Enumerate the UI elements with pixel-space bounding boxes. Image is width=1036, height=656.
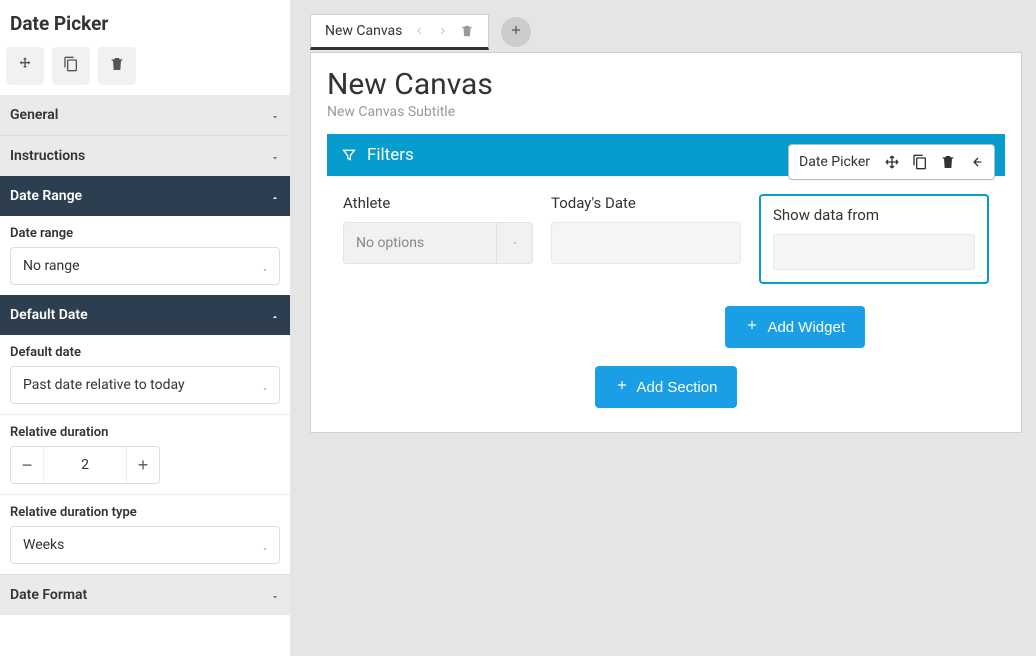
date-range-label: Date range [10,226,280,241]
move-icon[interactable] [884,154,900,170]
chevron-down-icon [261,541,269,549]
add-widget-row: Add Widget [327,306,1005,348]
chevron-down-icon [270,110,280,120]
chevron-down-icon [261,381,269,389]
filter-icon [341,147,357,163]
arrow-right-icon[interactable] [436,24,450,38]
tab-new-canvas[interactable]: New Canvas [310,14,489,50]
filters-body: Athlete No options Today's Date Show dat… [327,176,1005,300]
date-picker-popup: Date Picker [788,144,995,180]
copy-icon[interactable] [912,154,928,170]
main: New Canvas New Canvas New Canvas Subtitl… [290,0,1036,656]
chevron-down-icon [270,151,280,161]
copy-icon [63,56,79,76]
today-label: Today's Date [551,194,741,212]
athlete-select[interactable]: No options [343,222,533,264]
sidebar: Date Picker General [0,0,290,656]
accordion-label: General [10,107,58,123]
accordion-label: Default Date [10,307,88,323]
tab-label: New Canvas [325,23,402,39]
show-data-input[interactable] [773,234,975,270]
filters-title: Filters [367,145,414,165]
add-tab-button[interactable] [501,17,531,47]
plus-icon [745,318,759,336]
add-section-row: Add Section [327,366,1005,408]
default-date-label: Default date [10,345,280,360]
relative-duration-body: Relative duration − 2 + [0,414,290,494]
plus-icon [615,378,629,396]
relative-duration-stepper: − 2 + [10,446,160,484]
chevron-up-icon [270,310,280,320]
popup-label: Date Picker [799,154,870,170]
button-label: Add Section [637,379,718,396]
accordion-label: Date Range [10,188,82,204]
chevron-up-icon [270,191,280,201]
move-icon [17,56,33,76]
select-value: Weeks [23,537,64,553]
tabbar: New Canvas [310,0,1022,52]
accordion-default-date[interactable]: Default Date [0,295,290,335]
filters-header: Filters Date Picker [327,134,1005,176]
select-value: Past date relative to today [23,377,185,393]
stepper-decrement[interactable]: − [11,447,43,483]
arrow-left-icon[interactable] [968,154,984,170]
sidebar-toolbar [0,41,290,95]
canvas-subtitle: New Canvas Subtitle [327,104,1005,120]
show-data-label: Show data from [773,206,975,224]
button-label: Add Widget [767,319,845,336]
athlete-label: Athlete [343,194,533,212]
add-section-button[interactable]: Add Section [595,366,738,408]
move-button[interactable] [6,47,44,85]
delete-button[interactable] [98,47,136,85]
default-date-select[interactable]: Past date relative to today [10,366,280,404]
relative-duration-label: Relative duration [10,425,280,440]
copy-button[interactable] [52,47,90,85]
relative-duration-type-body: Relative duration type Weeks [0,494,290,574]
trash-icon[interactable] [940,154,956,170]
add-widget-button[interactable]: Add Widget [725,306,865,348]
chevron-down-icon [496,223,532,263]
accordion-date-format[interactable]: Date Format [0,574,290,615]
chevron-down-icon [270,590,280,600]
stepper-increment[interactable]: + [127,447,159,483]
chevron-down-icon [261,262,269,270]
filter-col-today: Today's Date [551,194,741,284]
trash-icon [109,56,125,76]
date-range-body: Date range No range [0,216,290,295]
accordion-label: Date Format [10,587,87,603]
relative-duration-type-label: Relative duration type [10,505,280,520]
sidebar-title: Date Picker [10,12,280,35]
trash-icon[interactable] [460,24,474,38]
canvas-title: New Canvas [327,67,1005,102]
app: Date Picker General [0,0,1036,656]
stepper-value[interactable]: 2 [43,447,127,483]
relative-duration-type-select[interactable]: Weeks [10,526,280,564]
arrow-left-icon[interactable] [412,24,426,38]
filter-col-athlete: Athlete No options [343,194,533,284]
date-picker-widget[interactable]: Show data from [759,194,989,284]
athlete-placeholder: No options [356,235,424,251]
accordion-label: Instructions [10,148,85,164]
select-value: No range [23,258,80,274]
accordion-general[interactable]: General [0,95,290,135]
canvas: New Canvas New Canvas Subtitle Filters D… [310,52,1022,433]
filter-col-show-data: Show data from [759,194,989,284]
default-date-body: Default date Past date relative to today [0,335,290,414]
filters-section: Filters Date Picker Athlete No options [327,134,1005,348]
accordion-date-range[interactable]: Date Range [0,176,290,216]
accordion-instructions[interactable]: Instructions [0,135,290,176]
sidebar-header: Date Picker [0,0,290,41]
plus-icon [509,23,523,41]
date-range-select[interactable]: No range [10,247,280,285]
today-input[interactable] [551,222,741,264]
